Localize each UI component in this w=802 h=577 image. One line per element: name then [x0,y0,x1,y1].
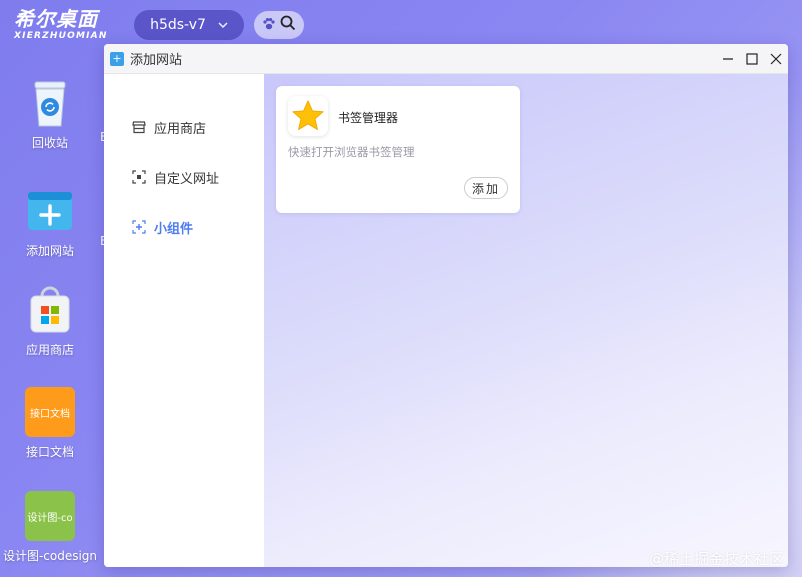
close-button[interactable] [764,44,788,74]
chevron-down-icon [218,18,228,32]
sidebar-item-app-store[interactable]: 应用商店 [104,102,264,152]
add-website-window: + 添加网站 应用商店 自定义网址 小组件 书签管理器 快速打开浏览器书签管理 … [104,44,788,567]
desktop-icon-add-website[interactable]: 添加网站 [4,186,96,259]
search-icon[interactable] [280,15,296,35]
desktop-icon-app-store[interactable]: 应用商店 [4,285,96,358]
widget-title: 书签管理器 [338,111,399,125]
desktop-icon-codesign[interactable]: 设计图-co 设计图-codesign [2,491,98,564]
add-button[interactable]: 添加 [464,177,508,199]
widget-grid: 书签管理器 快速打开浏览器书签管理 添加 [264,74,788,567]
recycle-bin-icon [25,78,75,128]
sidebar: 应用商店 自定义网址 小组件 [104,74,264,567]
desktop-icon-label: 添加网站 [25,244,74,258]
sidebar-item-label: 应用商店 [154,121,207,137]
sidebar-item-label: 自定义网址 [154,171,220,187]
logo-subtitle: XIERZHUOMIAN [14,31,108,41]
window-titlebar[interactable]: + 添加网站 [104,44,788,74]
paw-icon [262,16,276,35]
desktop-icon-label: 接口文档 [25,445,74,459]
desktop-icon-label: 回收站 [31,136,68,150]
brand-logo: 希尔桌面 XIERZHUOMIAN [14,8,108,41]
add-website-icon [25,186,75,236]
widget-icon [132,220,146,234]
workspace-selector[interactable]: h5ds-v7 [134,10,244,40]
desktop-icon-label: 设计图-codesign [2,549,98,563]
star-icon [288,96,328,136]
workspace-label: h5ds-v7 [150,17,206,33]
custom-url-icon [132,170,146,184]
widget-card-bookmark-manager: 书签管理器 快速打开浏览器书签管理 添加 [276,86,520,213]
minimize-button[interactable] [716,44,740,74]
sidebar-item-custom-url[interactable]: 自定义网址 [104,152,264,202]
widget-description: 快速打开浏览器书签管理 [288,145,415,159]
window-body: 应用商店 自定义网址 小组件 书签管理器 快速打开浏览器书签管理 添加 [104,74,788,567]
window-title: 添加网站 [130,53,183,68]
window-controls [716,44,788,74]
logo-title: 希尔桌面 [14,7,98,31]
store-icon [132,120,146,134]
codesign-tile: 设计图-co [25,491,75,541]
maximize-button[interactable] [740,44,764,74]
desktop-icon-recycle-bin[interactable]: 回收站 [4,78,96,151]
sidebar-item-widgets[interactable]: 小组件 [104,202,264,252]
desktop-icon-label: 应用商店 [25,343,74,357]
desktop-icon-api-docs[interactable]: 接口文档 接口文档 [4,387,96,460]
watermark: @稀土掘金技术社区 [648,550,784,568]
search-pill[interactable] [254,11,304,39]
api-docs-tile: 接口文档 [25,387,75,437]
app-store-icon [25,285,75,335]
add-website-icon: + [110,51,124,66]
sidebar-item-label: 小组件 [154,221,194,237]
